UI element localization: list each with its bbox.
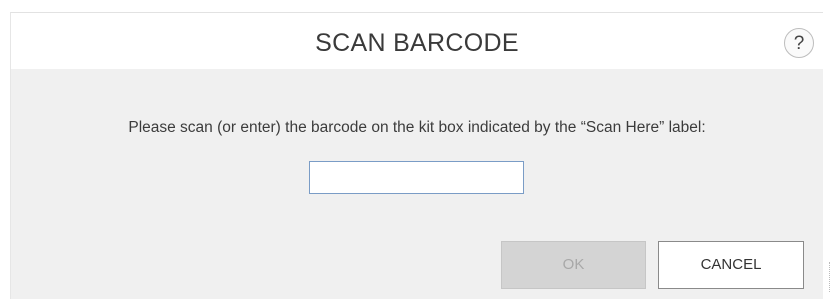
scan-barcode-dialog: SCAN BARCODE ? Please scan (or enter) th… <box>10 12 823 299</box>
dialog-title: SCAN BARCODE <box>315 29 519 57</box>
help-icon[interactable]: ? <box>784 28 814 58</box>
ok-button[interactable]: OK <box>501 241 646 289</box>
scan-prompt: Please scan (or enter) the barcode on th… <box>128 119 706 136</box>
barcode-input[interactable] <box>309 161 524 194</box>
window-edge-divider <box>829 262 831 292</box>
dialog-header: SCAN BARCODE ? <box>11 13 823 69</box>
cancel-button[interactable]: CANCEL <box>658 241 804 289</box>
